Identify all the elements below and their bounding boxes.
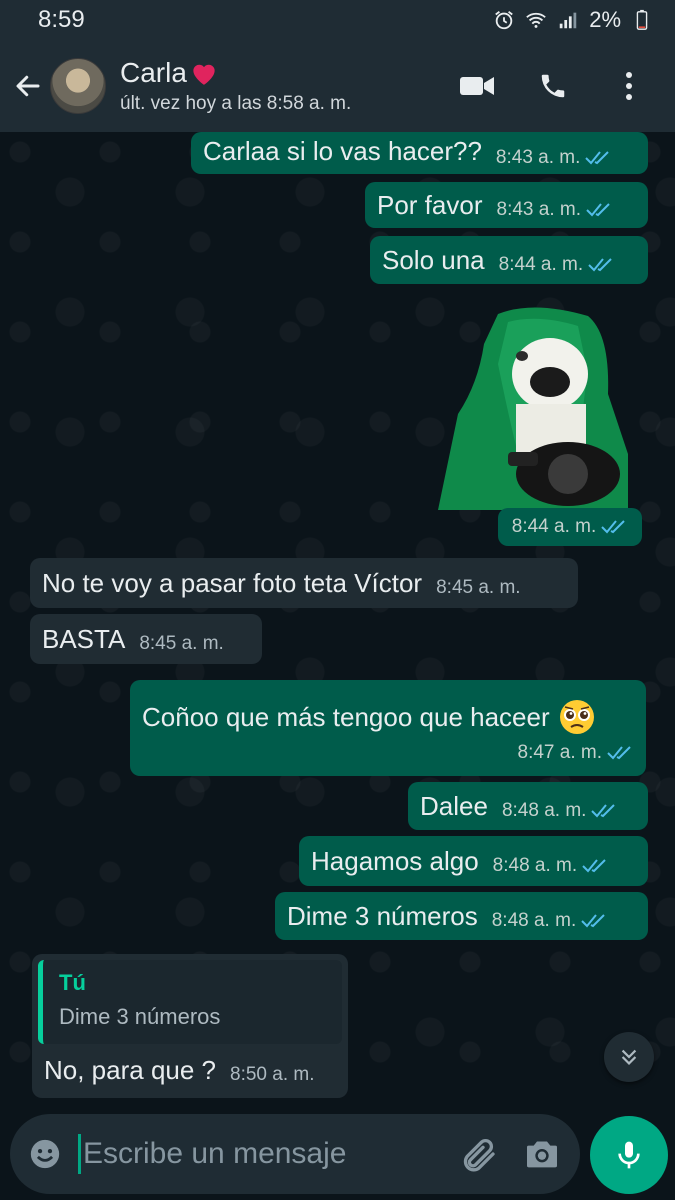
wifi-icon: [526, 12, 546, 28]
message-bubble[interactable]: Dalee 8:48 a. m.: [408, 782, 648, 830]
message-time: 8:48 a. m.: [492, 855, 578, 876]
status-bar: 8:59 2%: [0, 0, 675, 40]
message-input[interactable]: [83, 1137, 443, 1171]
back-arrow-icon: [16, 75, 40, 97]
battery-percent: 2%: [589, 7, 621, 32]
status-time: 8:59: [38, 6, 85, 33]
message-bubble[interactable]: Coñoo que más tengoo que haceer 8:47 a. …: [130, 680, 646, 776]
message-text: Dalee: [420, 790, 488, 821]
pleading-face-emoji: [559, 700, 594, 734]
message-time: 8:45 a. m.: [436, 577, 521, 598]
message-text: Por favor: [377, 189, 483, 220]
menu-button[interactable]: [609, 66, 649, 106]
scroll-to-bottom-button[interactable]: [604, 1032, 654, 1082]
message-time: 8:50 a. m.: [230, 1064, 315, 1085]
camera-icon[interactable]: [522, 1134, 562, 1174]
text-cursor: [78, 1134, 81, 1174]
message-text: Coñoo que más tengoo que haceer: [142, 701, 550, 732]
double-check-icon: [581, 914, 605, 928]
phone-icon: [541, 74, 565, 98]
message-time: 8:48 a. m.: [501, 800, 587, 821]
quote-text: Dime 3 números: [59, 1004, 221, 1029]
video-camera-icon: [460, 77, 494, 95]
message-bubble[interactable]: BASTA 8:45 a. m.: [30, 614, 262, 664]
message-composer: [10, 1114, 580, 1194]
voice-message-button[interactable]: [590, 1116, 668, 1194]
quote-author: Tú: [59, 970, 86, 995]
message-text: Dime 3 números: [287, 900, 478, 931]
red-heart-icon: [193, 64, 215, 85]
message-text: No te voy a pasar foto teta Víctor: [42, 567, 423, 598]
paperclip-icon[interactable]: [458, 1134, 498, 1174]
message-bubble[interactable]: Por favor 8:43 a. m.: [365, 182, 648, 228]
double-check-icon: [588, 258, 612, 272]
message-bubble[interactable]: Hagamos algo 8:48 a. m.: [299, 836, 648, 886]
contact-name: Carla: [120, 57, 187, 88]
double-check-icon: [607, 746, 631, 760]
message-text: No, para que ?: [44, 1054, 217, 1085]
message-text: BASTA: [42, 623, 126, 654]
message-time: 8:44 a. m.: [498, 254, 584, 275]
message-time: 8:43 a. m.: [495, 147, 581, 168]
more-vertical-icon: [626, 72, 632, 100]
emoji-icon[interactable]: [28, 1137, 62, 1171]
avatar[interactable]: [50, 58, 106, 114]
battery-icon: [636, 9, 648, 30]
double-check-icon: [585, 151, 610, 165]
alarm-icon: [495, 11, 514, 30]
last-seen: últ. vez hoy a las 8:58 a. m.: [120, 93, 352, 114]
message-bubble[interactable]: No te voy a pasar foto teta Víctor 8:45 …: [30, 558, 578, 608]
video-call-button[interactable]: [457, 66, 497, 106]
dog-sticker[interactable]: [438, 304, 630, 510]
message-text: Hagamos algo: [311, 845, 479, 876]
double-check-icon: [601, 520, 625, 534]
message-bubble[interactable]: Carlaa si lo vas hacer?? 8:43 a. m.: [191, 132, 648, 174]
message-text: Solo una: [382, 244, 485, 275]
signal-icon: [559, 12, 577, 29]
double-check-icon: [586, 203, 610, 217]
chat-header: Carla últ. vez hoy a las 8:58 a. m.: [0, 40, 675, 132]
message-time: 8:44 a. m.: [511, 516, 597, 537]
message-time: 8:47 a. m.: [517, 742, 603, 763]
message-time: 8:45 a. m.: [139, 633, 224, 654]
double-check-icon: [591, 804, 616, 818]
back-button[interactable]: [6, 64, 50, 108]
double-chevron-down-icon: [621, 1049, 637, 1065]
double-check-icon: [582, 859, 606, 873]
message-bubble[interactable]: Dime 3 números 8:48 a. m.: [275, 892, 648, 940]
message-time: 8:48 a. m.: [491, 910, 577, 931]
message-list[interactable]: Carlaa si lo vas hacer?? 8:43 a. m. Por …: [0, 132, 675, 1100]
microphone-icon: [618, 1141, 640, 1169]
message-bubble[interactable]: Solo una 8:44 a. m.: [370, 236, 648, 284]
sticker-time: 8:44 a. m.: [498, 508, 642, 546]
quoted-message[interactable]: Tú Dime 3 números: [38, 960, 342, 1044]
voice-call-button[interactable]: [533, 66, 573, 106]
reply-message-bubble[interactable]: Tú Dime 3 números No, para que ? 8:50 a.…: [32, 954, 348, 1098]
message-time: 8:43 a. m.: [496, 199, 582, 220]
message-text: Carlaa si lo vas hacer??: [203, 135, 482, 166]
contact-info[interactable]: Carla últ. vez hoy a las 8:58 a. m.: [120, 57, 457, 115]
